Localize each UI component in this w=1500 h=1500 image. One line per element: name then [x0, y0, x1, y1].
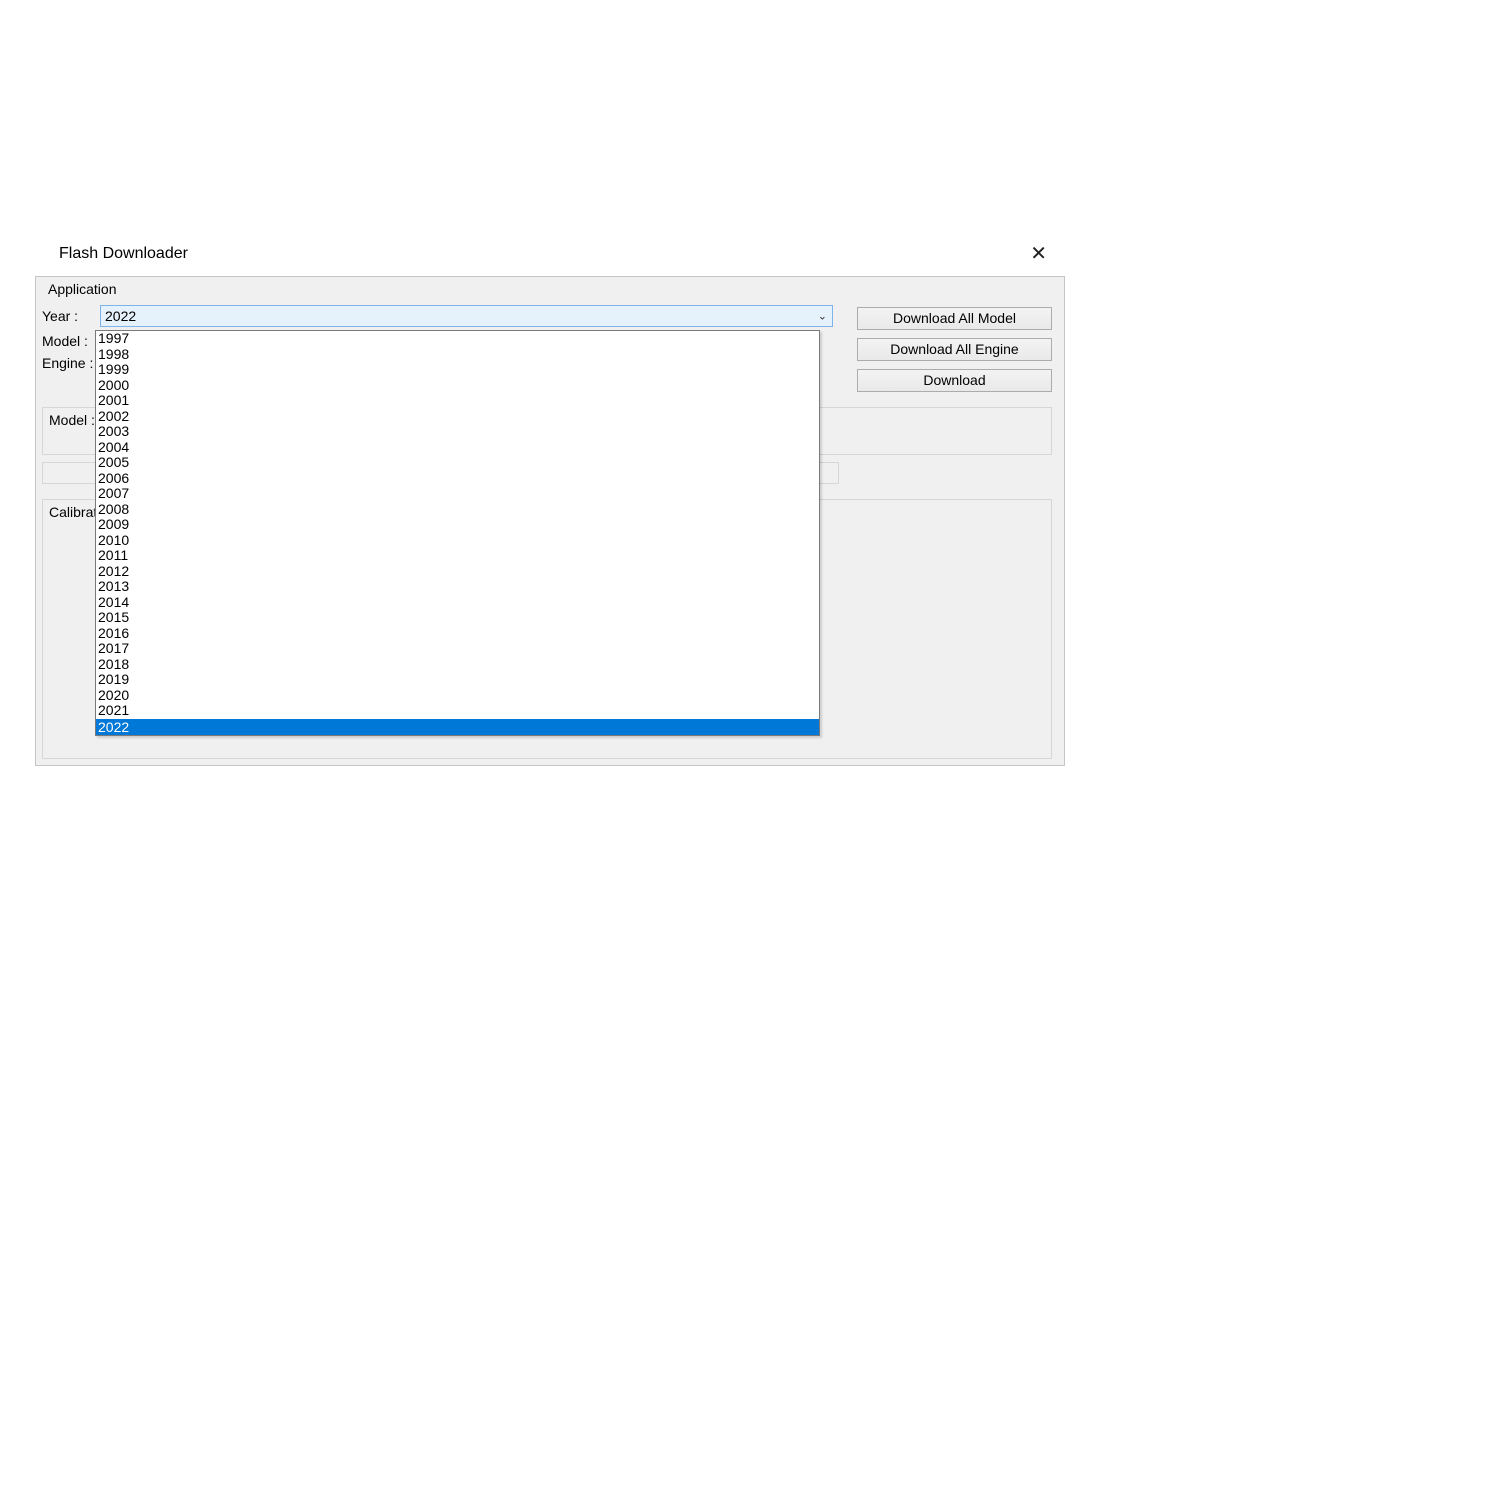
year-combobox[interactable]: 2022 ⌄	[100, 305, 833, 327]
flash-downloader-window: Flash Downloader ✕ Application Year : 20…	[35, 240, 1065, 766]
year-option-2003[interactable]: 2003	[96, 424, 819, 440]
year-option-2008[interactable]: 2008	[96, 502, 819, 518]
year-option-2013[interactable]: 2013	[96, 579, 819, 595]
year-option-2020[interactable]: 2020	[96, 688, 819, 704]
download-all-engine-button[interactable]: Download All Engine	[857, 338, 1052, 361]
close-icon[interactable]: ✕	[1022, 244, 1055, 264]
label-engine: Engine :	[42, 355, 100, 371]
menu-application[interactable]: Application	[44, 279, 121, 299]
year-option-2002[interactable]: 2002	[96, 409, 819, 425]
label-year: Year :	[42, 308, 100, 324]
year-option-2014[interactable]: 2014	[96, 595, 819, 611]
titlebar: Flash Downloader ✕	[35, 240, 1065, 276]
year-dropdown-list[interactable]: 1997199819992000200120022003200420052006…	[95, 330, 820, 736]
year-option-2015[interactable]: 2015	[96, 610, 819, 626]
year-option-2017[interactable]: 2017	[96, 641, 819, 657]
year-option-2004[interactable]: 2004	[96, 440, 819, 456]
year-option-2001[interactable]: 2001	[96, 393, 819, 409]
label-model: Model :	[42, 333, 100, 349]
year-option-2007[interactable]: 2007	[96, 486, 819, 502]
year-option-2010[interactable]: 2010	[96, 533, 819, 549]
year-option-2021[interactable]: 2021	[96, 703, 819, 719]
client-area: Application Year : 2022 ⌄ Model : Engine…	[35, 276, 1065, 766]
row-year: Year : 2022 ⌄	[42, 305, 833, 327]
chevron-down-icon: ⌄	[818, 310, 827, 323]
year-option-2000[interactable]: 2000	[96, 378, 819, 394]
download-button[interactable]: Download	[857, 369, 1052, 392]
year-option-2011[interactable]: 2011	[96, 548, 819, 564]
year-option-1997[interactable]: 1997	[96, 331, 819, 347]
year-option-2006[interactable]: 2006	[96, 471, 819, 487]
year-option-1998[interactable]: 1998	[96, 347, 819, 363]
download-all-model-button[interactable]: Download All Model	[857, 307, 1052, 330]
year-option-2019[interactable]: 2019	[96, 672, 819, 688]
year-option-2016[interactable]: 2016	[96, 626, 819, 642]
year-option-1999[interactable]: 1999	[96, 362, 819, 378]
menubar: Application	[42, 277, 1058, 305]
year-option-2009[interactable]: 2009	[96, 517, 819, 533]
window-title: Flash Downloader	[59, 245, 188, 263]
button-stack: Download All Model Download All Engine D…	[857, 307, 1052, 400]
year-option-2012[interactable]: 2012	[96, 564, 819, 580]
year-selected-value: 2022	[105, 308, 136, 324]
year-option-2018[interactable]: 2018	[96, 657, 819, 673]
year-option-2022[interactable]: 2022	[96, 719, 819, 735]
year-option-2005[interactable]: 2005	[96, 455, 819, 471]
